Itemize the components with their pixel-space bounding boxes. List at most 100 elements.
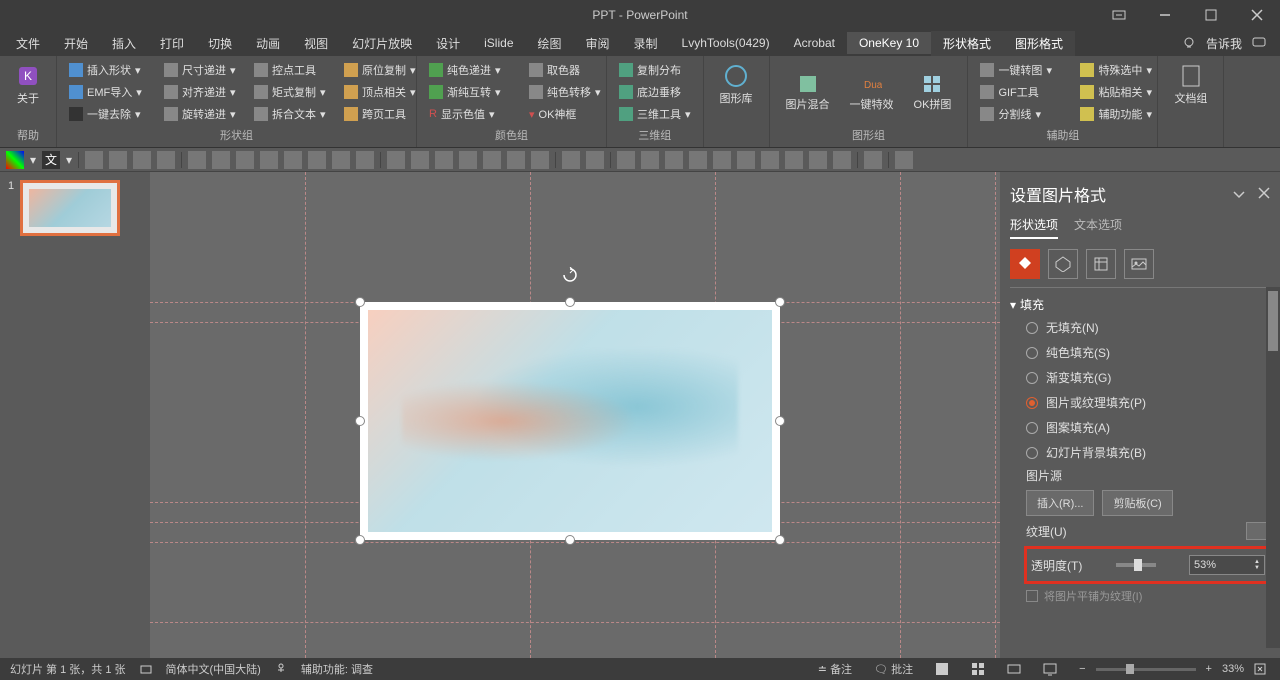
qt-btn-17[interactable] [483, 151, 501, 169]
tab-view[interactable]: 视图 [292, 31, 340, 56]
qt-btn-29[interactable] [785, 151, 803, 169]
close-icon[interactable] [1234, 0, 1280, 30]
resize-handle-s[interactable] [565, 535, 575, 545]
qt-btn-27[interactable] [737, 151, 755, 169]
qt-btn-5[interactable] [188, 151, 206, 169]
eyedropper-button[interactable]: 取色器 [525, 60, 605, 80]
img-blend-button[interactable]: 图片混合 [778, 60, 838, 125]
slide-canvas[interactable] [150, 172, 1000, 658]
zoom-in-button[interactable]: + [1202, 663, 1216, 675]
tab-onekey[interactable]: OneKey 10 [847, 32, 931, 54]
tellme-label[interactable]: 告诉我 [1206, 35, 1242, 52]
inplace-copy-button[interactable]: 原位复制 ▾ [340, 60, 420, 80]
size-step-button[interactable]: 尺寸递进 ▾ [160, 60, 240, 80]
radio-nofill[interactable]: 无填充(N) [1026, 319, 1276, 336]
fit-window-icon[interactable] [1250, 663, 1270, 675]
radio-slidebg[interactable]: 幻灯片背景填充(B) [1026, 444, 1276, 461]
tab-review[interactable]: 审阅 [574, 31, 622, 56]
threed-tool-button[interactable]: 三维工具 ▾ [615, 104, 695, 124]
rotate-step-button[interactable]: 旋转递进 ▾ [160, 104, 240, 124]
resize-handle-n[interactable] [565, 297, 575, 307]
tab-slideshow[interactable]: 幻灯片放映 [340, 31, 424, 56]
qt-btn-20[interactable] [562, 151, 580, 169]
qt-btn-21[interactable] [586, 151, 604, 169]
tab-design[interactable]: 设计 [424, 31, 472, 56]
control-tool-button[interactable]: 控点工具 [250, 60, 330, 80]
radio-gradient[interactable]: 渐变填充(G) [1026, 369, 1276, 386]
qt-btn-13[interactable] [387, 151, 405, 169]
notes-button[interactable]: ≐ 备注 [814, 661, 856, 677]
panel-scrollbar[interactable] [1266, 287, 1280, 648]
panel-dropdown-icon[interactable] [1232, 187, 1246, 201]
tab-acrobat[interactable]: Acrobat [782, 32, 847, 54]
resize-handle-w[interactable] [355, 416, 365, 426]
qt-btn-7[interactable] [236, 151, 254, 169]
split-text-button[interactable]: 拆合文本 ▾ [250, 104, 330, 124]
paste-related-button[interactable]: 粘贴相关 ▾ [1076, 82, 1156, 102]
accessibility-label[interactable]: 辅助功能: 调查 [301, 661, 373, 677]
resize-handle-nw[interactable] [355, 297, 365, 307]
insert-button[interactable]: 插入(R)... [1026, 490, 1094, 516]
comments-button[interactable]: 🗨 批注 [870, 661, 917, 677]
tab-pictureformat[interactable]: 图形格式 [1003, 31, 1075, 56]
qt-btn-23[interactable] [641, 151, 659, 169]
accessibility-icon[interactable] [275, 663, 287, 675]
tile-checkbox[interactable]: 将图片平铺为纹理(I) [1026, 588, 1276, 604]
crosspage-button[interactable]: 跨页工具 [340, 104, 420, 124]
special-select-button[interactable]: 特殊选中 ▾ [1076, 60, 1156, 80]
fill-icon[interactable] [1010, 249, 1040, 279]
qt-btn-32[interactable] [864, 151, 882, 169]
qt-btn-3[interactable] [133, 151, 151, 169]
size-icon[interactable] [1086, 249, 1116, 279]
qt-btn-18[interactable] [507, 151, 525, 169]
qt-btn-26[interactable] [713, 151, 731, 169]
qt-btn-8[interactable] [260, 151, 278, 169]
aux-func-button[interactable]: 辅助功能 ▾ [1076, 104, 1156, 124]
slide-counter[interactable]: 幻灯片 第 1 张，共 1 张 [10, 661, 126, 677]
transparency-slider[interactable] [1116, 563, 1156, 567]
panel-close-icon[interactable] [1258, 187, 1270, 201]
view-slideshow-icon[interactable] [1039, 662, 1061, 676]
radio-picture-texture[interactable]: 图片或纹理填充(P) [1026, 394, 1276, 411]
qt-btn-25[interactable] [689, 151, 707, 169]
zoom-value[interactable]: 33% [1222, 663, 1244, 675]
effects-icon[interactable] [1048, 249, 1078, 279]
bottom-shift-button[interactable]: 底边垂移 [615, 82, 695, 102]
slide-thumbnail[interactable]: 1 [8, 180, 142, 236]
radio-pattern[interactable]: 图案填充(A) [1026, 419, 1276, 436]
tab-insert[interactable]: 插入 [100, 31, 148, 56]
resize-handle-sw[interactable] [355, 535, 365, 545]
ribbon-options-icon[interactable] [1096, 0, 1142, 30]
tab-transition[interactable]: 切换 [196, 31, 244, 56]
fill-section-header[interactable]: ▾填充 [1010, 296, 1276, 313]
text-tool-icon[interactable]: 文 [42, 151, 60, 169]
qt-btn-1[interactable] [85, 151, 103, 169]
qt-btn-12[interactable] [356, 151, 374, 169]
tab-shapeformat[interactable]: 形状格式 [931, 31, 1003, 56]
ok-frame-button[interactable]: ▾ OK神框 [525, 104, 605, 124]
rotate-handle[interactable] [562, 267, 578, 283]
lang-icon[interactable] [140, 663, 152, 675]
language-label[interactable]: 简体中文(中国大陆) [166, 661, 261, 677]
minimize-icon[interactable] [1142, 0, 1188, 30]
qt-btn-4[interactable] [157, 151, 175, 169]
qt-btn-10[interactable] [308, 151, 326, 169]
qt-btn-14[interactable] [411, 151, 429, 169]
copy-dist-button[interactable]: 复制分布 [615, 60, 695, 80]
tab-file[interactable]: 文件 [4, 31, 52, 56]
about-button[interactable]: K 关于 [8, 60, 48, 110]
qt-btn-16[interactable] [459, 151, 477, 169]
tab-shape-options[interactable]: 形状选项 [1010, 216, 1058, 239]
qt-btn-24[interactable] [665, 151, 683, 169]
qt-btn-19[interactable] [531, 151, 549, 169]
qt-btn-9[interactable] [284, 151, 302, 169]
matrix-copy-button[interactable]: 矩式复制 ▾ [250, 82, 330, 102]
zoom-out-button[interactable]: − [1075, 663, 1089, 675]
ok-puzzle-button[interactable]: OK拼图 [906, 60, 960, 125]
qt-btn-22[interactable] [617, 151, 635, 169]
radio-solid[interactable]: 纯色填充(S) [1026, 344, 1276, 361]
shapelib-button[interactable]: 图形库 [712, 60, 761, 110]
one-effect-button[interactable]: Duang一键特效 [842, 60, 902, 125]
zoom-slider[interactable] [1096, 668, 1196, 671]
comment-icon[interactable] [1252, 36, 1266, 50]
